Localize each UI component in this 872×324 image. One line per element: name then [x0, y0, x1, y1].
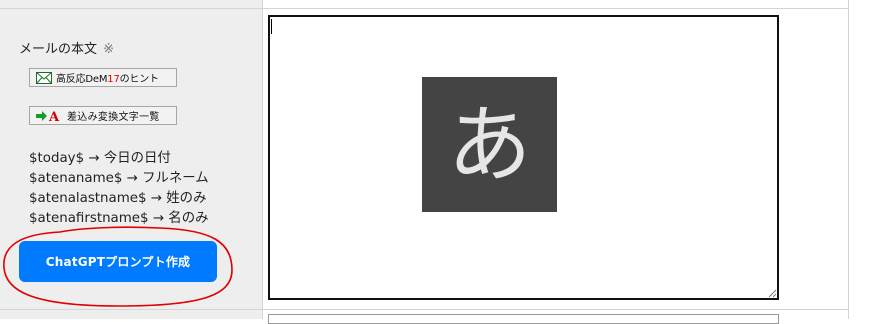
- hint-button-label: 高反応DeM17のヒント: [56, 74, 159, 85]
- next-field[interactable]: [268, 314, 779, 324]
- text-caret: [271, 19, 272, 34]
- replace-button-label: 差込み変換文字一覧: [67, 112, 160, 123]
- row-divider-top: [0, 8, 848, 9]
- replace-chars-button[interactable]: A 差込み変換文字一覧: [29, 106, 177, 125]
- ime-mode-indicator: あ: [422, 77, 557, 212]
- variable-item: $atenaname$ → フルネーム: [29, 171, 209, 186]
- svg-text:A: A: [48, 110, 60, 123]
- required-mark: ※: [103, 42, 115, 57]
- arrow-A-icon: A: [35, 109, 61, 123]
- column-divider: [262, 0, 263, 319]
- field-label-text: メールの本文: [19, 42, 98, 57]
- body-field-label: メールの本文 ※: [19, 38, 114, 57]
- variable-item: $atenalastname$ → 姓のみ: [29, 191, 207, 206]
- envelope-icon: [36, 71, 52, 84]
- chatgpt-prompt-button[interactable]: ChatGPTプロンプト作成: [19, 241, 217, 282]
- hint-button[interactable]: 高反応DeM17のヒント: [29, 68, 177, 87]
- variable-item: $today$ → 今日の日付: [29, 151, 171, 166]
- resize-grip-icon[interactable]: [767, 288, 777, 298]
- variable-list: $today$ → 今日の日付 $atenaname$ → フルネーム $ate…: [29, 149, 209, 229]
- table-right-border: [848, 0, 849, 319]
